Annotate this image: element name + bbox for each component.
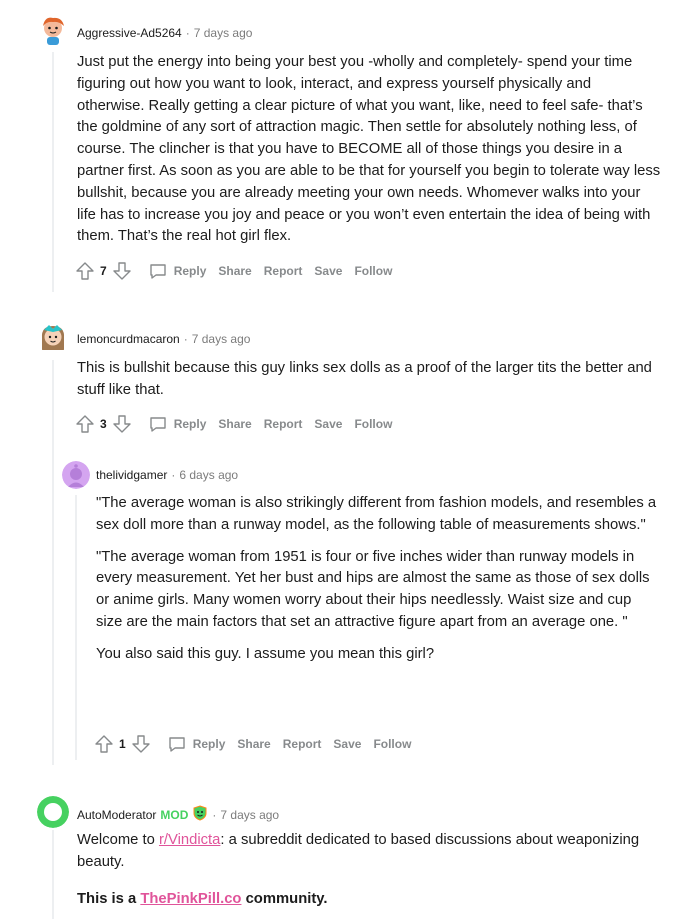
meta-separator: · [171, 468, 176, 482]
meta-separator: · [183, 332, 188, 346]
comment-meta: Aggressive-Ad5264 · 7 days ago [77, 26, 252, 40]
author-name[interactable]: Aggressive-Ad5264 [77, 26, 182, 40]
avatar[interactable] [37, 322, 69, 354]
upvote-icon[interactable] [73, 412, 97, 436]
meta-separator: · [212, 807, 217, 822]
vote-score: 3 [100, 417, 107, 431]
save-button[interactable]: Save [308, 264, 348, 278]
comment-meta: thelividgamer · 6 days ago [96, 468, 238, 482]
mod-shield-icon [192, 805, 208, 824]
comment-text: Just put the energy into being your best… [77, 54, 661, 245]
comment-actions: 3 Reply Share Report Save Follow [73, 412, 398, 436]
share-button[interactable]: Share [212, 264, 257, 278]
report-button[interactable]: Report [277, 737, 328, 751]
timestamp[interactable]: 7 days ago [194, 26, 253, 40]
downvote-icon[interactable] [110, 412, 134, 436]
follow-button[interactable]: Follow [348, 417, 398, 431]
mod-badge: MOD [160, 807, 189, 822]
reply-icon [168, 737, 185, 752]
timestamp[interactable]: 7 days ago [220, 808, 279, 822]
reply-label: Reply [173, 264, 207, 278]
thread-line[interactable] [75, 495, 77, 760]
vote-score: 7 [100, 264, 107, 278]
comment-actions: 7 Reply Share Report Save Follow [73, 259, 398, 283]
save-button[interactable]: Save [308, 417, 348, 431]
vote-score: 1 [119, 737, 126, 751]
share-button[interactable]: Share [231, 737, 276, 751]
comment-body: Just put the energy into being your best… [77, 52, 662, 258]
thread-line[interactable] [52, 360, 54, 765]
comment-paragraph: "The average woman from 1951 is four or … [96, 548, 650, 630]
author-name[interactable]: AutoModerator [77, 808, 156, 822]
reply-icon [149, 417, 166, 432]
reply-button[interactable]: Reply [161, 732, 232, 756]
upvote-icon[interactable] [73, 259, 97, 283]
reply-label: Reply [192, 737, 226, 751]
reply-icon [149, 264, 166, 279]
author-name[interactable]: thelividgamer [96, 468, 167, 482]
avatar[interactable] [37, 14, 69, 46]
community-paragraph: This is a ThePinkPill.co community. [77, 889, 662, 911]
follow-button[interactable]: Follow [348, 264, 398, 278]
reply-label: Reply [173, 417, 207, 431]
timestamp[interactable]: 7 days ago [192, 332, 251, 346]
avatar[interactable] [62, 461, 90, 489]
community-prefix: This is a [77, 890, 141, 907]
report-button[interactable]: Report [258, 417, 309, 431]
save-button[interactable]: Save [327, 737, 367, 751]
welcome-paragraph: Welcome to r/Vindicta: a subreddit dedic… [77, 830, 662, 874]
subreddit-link[interactable]: r/Vindicta [159, 832, 220, 848]
comment-body: This is bullshit because this guy links … [77, 358, 662, 412]
avatar[interactable] [37, 796, 69, 828]
follow-button[interactable]: Follow [367, 737, 417, 751]
reply-button[interactable]: Reply [142, 259, 213, 283]
comment-body: "The average woman is also strikingly di… [96, 493, 661, 676]
comment-paragraph: You also said this guy. I assume you mea… [96, 645, 435, 662]
downvote-icon[interactable] [110, 259, 134, 283]
reply-button[interactable]: Reply [142, 412, 213, 436]
upvote-icon[interactable] [92, 732, 116, 756]
comment-paragraph: "The average woman is also strikingly di… [96, 495, 657, 533]
comment-actions: 1 Reply Share Report Save Follow [92, 732, 417, 756]
comment-text: This is bullshit because this guy links … [77, 360, 652, 398]
thread-line[interactable] [52, 52, 54, 292]
timestamp[interactable]: 6 days ago [179, 468, 238, 482]
comment-meta: AutoModerator MOD · 7 days ago [77, 805, 279, 824]
downvote-icon[interactable] [129, 732, 153, 756]
comment-meta: lemoncurdmacaron · 7 days ago [77, 332, 250, 346]
community-link[interactable]: ThePinkPill.co [140, 891, 241, 907]
thread-line[interactable] [52, 830, 54, 919]
welcome-prefix: Welcome to [77, 832, 159, 848]
share-button[interactable]: Share [212, 417, 257, 431]
report-button[interactable]: Report [258, 264, 309, 278]
comment-body: Welcome to r/Vindicta: a subreddit dedic… [77, 830, 662, 920]
meta-separator: · [185, 26, 190, 40]
author-name[interactable]: lemoncurdmacaron [77, 332, 180, 346]
community-suffix: community. [241, 890, 328, 907]
